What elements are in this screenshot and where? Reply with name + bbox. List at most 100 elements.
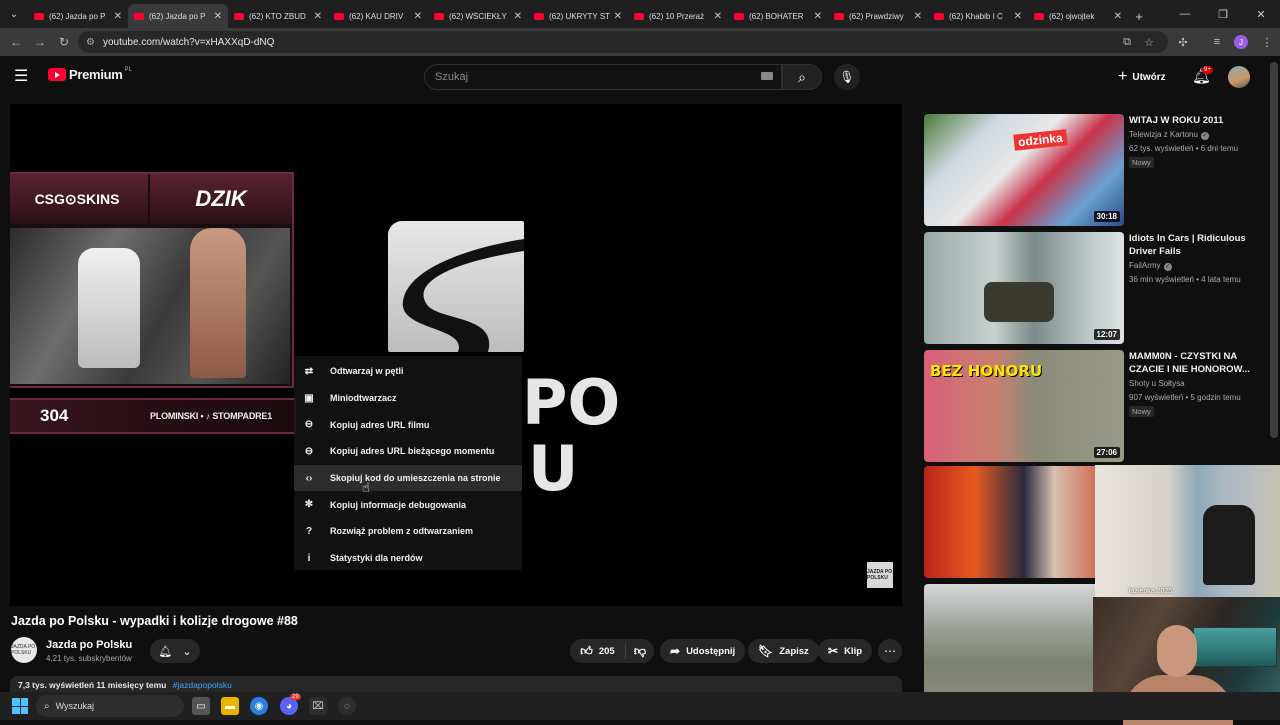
profile-button[interactable]: J xyxy=(1230,28,1252,56)
extensions-icon[interactable]: ✣ xyxy=(1172,28,1194,56)
subscription-bell-button[interactable]: 🔔︎ ⌄ xyxy=(150,639,200,663)
browser-tab[interactable]: (62) Jazda po P ✕ xyxy=(128,4,228,28)
clip-button[interactable]: ✂ Klip xyxy=(818,639,873,663)
menu-item-label: Skopiuj kod do umieszczenia na stronie xyxy=(330,473,501,484)
rec-channel[interactable]: Telewizja z Kartonu ✓ xyxy=(1129,130,1209,140)
recommendation-item[interactable]: BEZ HONORU 27:06 MAMM0N - CZYSTKI NA CZA… xyxy=(924,350,1254,462)
rec-thumbnail[interactable]: BEZ HONORU 27:06 xyxy=(924,350,1124,462)
channel-name[interactable]: Jazda po Polsku xyxy=(46,639,132,651)
close-window-icon[interactable]: ✕ xyxy=(1242,0,1280,28)
cast-icon[interactable]: ⧉ xyxy=(1116,28,1138,56)
browser-tab[interactable]: (62) WŚCIEKŁY ✕ xyxy=(428,4,528,28)
youtube-favicon-icon xyxy=(634,12,644,20)
context-menu-item[interactable]: ‹› Skopiuj kod do umieszczenia na stronie xyxy=(294,464,522,492)
close-tab-icon[interactable]: ✕ xyxy=(514,11,522,22)
url-text: youtube.com/watch?v=xHAXXqD-dNQ xyxy=(102,36,275,48)
context-menu-item[interactable]: ⊖ Kopiuj adres URL filmu xyxy=(294,411,522,438)
context-menu-item[interactable]: i Statystyki dla nerdów xyxy=(294,545,522,572)
close-tab-icon[interactable]: ✕ xyxy=(114,11,122,22)
rec-thumbnail[interactable]: 12:07 xyxy=(924,232,1124,344)
url-bar[interactable]: ⚙ youtube.com/watch?v=xHAXXqD-dNQ xyxy=(78,31,1168,53)
channel-watermark[interactable]: JAZDA PO POLSKU xyxy=(867,562,893,588)
youtube-favicon-icon xyxy=(534,12,544,20)
room-webcam-overlay: łazienka 2025 xyxy=(1095,465,1280,597)
rec-channel[interactable]: Shoty u Sołtysa xyxy=(1129,379,1185,388)
context-menu-item[interactable]: ⇄ Odtwarzaj w pętli xyxy=(294,358,522,385)
obs-icon[interactable]: ◌ xyxy=(338,697,356,715)
description-hashtag[interactable]: #jazdapopolsku xyxy=(173,680,232,690)
description-box[interactable]: 7,3 tys. wyświetleń 11 miesięcy temu #ja… xyxy=(10,676,902,692)
recommendation-item[interactable]: 12:07 Idiots In Cars | Ridiculous Driver… xyxy=(924,232,1254,344)
browser-menu-icon[interactable]: ⋮ xyxy=(1256,28,1278,56)
account-avatar[interactable] xyxy=(1228,66,1250,88)
channel-avatar[interactable]: JAZDA PO POLSKU xyxy=(11,637,37,663)
close-tab-icon[interactable]: ✕ xyxy=(314,11,322,22)
forward-icon[interactable]: → xyxy=(28,30,52,54)
close-tab-icon[interactable]: ✕ xyxy=(414,11,422,22)
clip-label: Klip xyxy=(844,645,863,657)
rec-title[interactable]: Idiots In Cars | Ridiculous Driver Fails xyxy=(1129,232,1255,258)
close-tab-icon[interactable]: ✕ xyxy=(914,11,922,22)
browser-tab[interactable]: (62) KAU DRIV ✕ xyxy=(328,4,428,28)
close-tab-icon[interactable]: ✕ xyxy=(1114,11,1122,22)
recommendation-item[interactable]: odzinka 30:18 WITAJ W ROKU 2011 Telewizj… xyxy=(924,114,1254,226)
browser-tab[interactable]: (62) UKRYTY ST ✕ xyxy=(528,4,628,28)
close-tab-icon[interactable]: ✕ xyxy=(714,11,722,22)
tab-search-chevron-icon[interactable]: ⌄ xyxy=(0,0,28,28)
chrome-icon[interactable]: ◉ xyxy=(250,697,268,715)
rec-channel[interactable]: FailArmy ✓ xyxy=(1129,261,1172,271)
task-view-icon[interactable]: ▭ xyxy=(192,697,210,715)
youtube-premium-logo[interactable]: Premium PL xyxy=(48,67,132,82)
back-icon[interactable]: ← xyxy=(4,30,28,54)
site-info-icon[interactable]: ⚙ xyxy=(86,37,95,48)
close-tab-icon[interactable]: ✕ xyxy=(814,11,822,22)
browser-tab[interactable]: (62) 10 Przeraż ✕ xyxy=(628,4,728,28)
browser-tab[interactable]: (62) BOHATER ✕ xyxy=(728,4,828,28)
reading-list-icon[interactable]: ≡ xyxy=(1206,28,1228,56)
close-tab-icon[interactable]: ✕ xyxy=(614,11,622,22)
maximize-icon[interactable]: ❐ xyxy=(1204,0,1242,28)
search-button[interactable]: ⌕ xyxy=(782,64,822,90)
more-actions-button[interactable]: ⋯ xyxy=(878,639,902,663)
reload-icon[interactable]: ↻ xyxy=(52,30,76,54)
search-input[interactable]: Szukaj xyxy=(424,64,782,90)
save-button[interactable]: 🔖︎ Zapisz xyxy=(748,639,819,663)
page-scrollbar[interactable] xyxy=(1270,62,1278,438)
like-button[interactable]: 👍︎ 205 xyxy=(570,643,626,659)
browser-tab[interactable]: (62) Khabib I C ✕ xyxy=(928,4,1028,28)
minimize-icon[interactable]: — xyxy=(1166,0,1204,28)
new-tab-button[interactable]: + xyxy=(1128,4,1150,28)
context-menu-item[interactable]: ✻ Kopiuj informacje debugowania xyxy=(294,491,522,518)
browser-tab[interactable]: (62) Jazda po P ✕ xyxy=(28,4,128,28)
rec-thumbnail[interactable] xyxy=(924,466,1124,578)
context-menu-item[interactable]: ▣ Miniodtwarzacz xyxy=(294,385,522,412)
menu-item-icon: ⊖ xyxy=(304,445,314,457)
rec-title[interactable]: WITAJ W ROKU 2011 xyxy=(1129,114,1255,127)
voice-search-button[interactable]: 🎙︎ xyxy=(834,64,860,90)
guide-menu-icon[interactable]: ☰ xyxy=(14,68,34,86)
menu-item-label: Kopiuj adres URL filmu xyxy=(330,419,430,430)
create-button[interactable]: + Utwórz xyxy=(1118,66,1166,88)
close-tab-icon[interactable]: ✕ xyxy=(1014,11,1022,22)
rec-thumbnail[interactable]: odzinka 30:18 xyxy=(924,114,1124,226)
keyboard-icon[interactable] xyxy=(761,72,773,80)
rec-title[interactable]: MAMM0N - CZYSTKI NA CZACIE I NIE HONOROW… xyxy=(1129,350,1255,376)
close-tab-icon[interactable]: ✕ xyxy=(214,11,222,22)
file-explorer-icon[interactable]: ▬ xyxy=(221,697,239,715)
share-button[interactable]: ➦ Udostępnij xyxy=(660,639,746,663)
description-stats: 7,3 tys. wyświetleń 11 miesięcy temu xyxy=(18,680,167,690)
bookmark-star-icon[interactable]: ☆ xyxy=(1138,28,1160,56)
windows-start-icon[interactable] xyxy=(12,698,28,714)
browser-tab[interactable]: (62) KTO ZBUD ✕ xyxy=(228,4,328,28)
tab-title: (62) BOHATER xyxy=(749,11,804,21)
video-player[interactable]: PO U CSG⊙SKINS DZIK 304 PLOMINSKI • ♪ ST… xyxy=(10,104,902,606)
terminal-icon[interactable]: ⌧ xyxy=(309,697,327,715)
taskbar-search[interactable]: ⌕ Wyszukaj xyxy=(36,695,184,717)
rec-meta: 36 mln wyświetleń • 4 lata temu xyxy=(1129,275,1241,284)
context-menu-item[interactable]: ? Rozwiąż problem z odtwarzaniem xyxy=(294,518,522,545)
bookmark-icon: 🔖︎ xyxy=(758,644,774,658)
browser-tab[interactable]: (62) Prawdziwy ✕ xyxy=(828,4,928,28)
context-menu-item[interactable]: ⊖ Kopiuj adres URL bieżącego momentu xyxy=(294,438,522,465)
dislike-button[interactable]: 👎︎ xyxy=(626,644,654,659)
browser-tab[interactable]: (62) ojwojtek ✕ xyxy=(1028,4,1128,28)
